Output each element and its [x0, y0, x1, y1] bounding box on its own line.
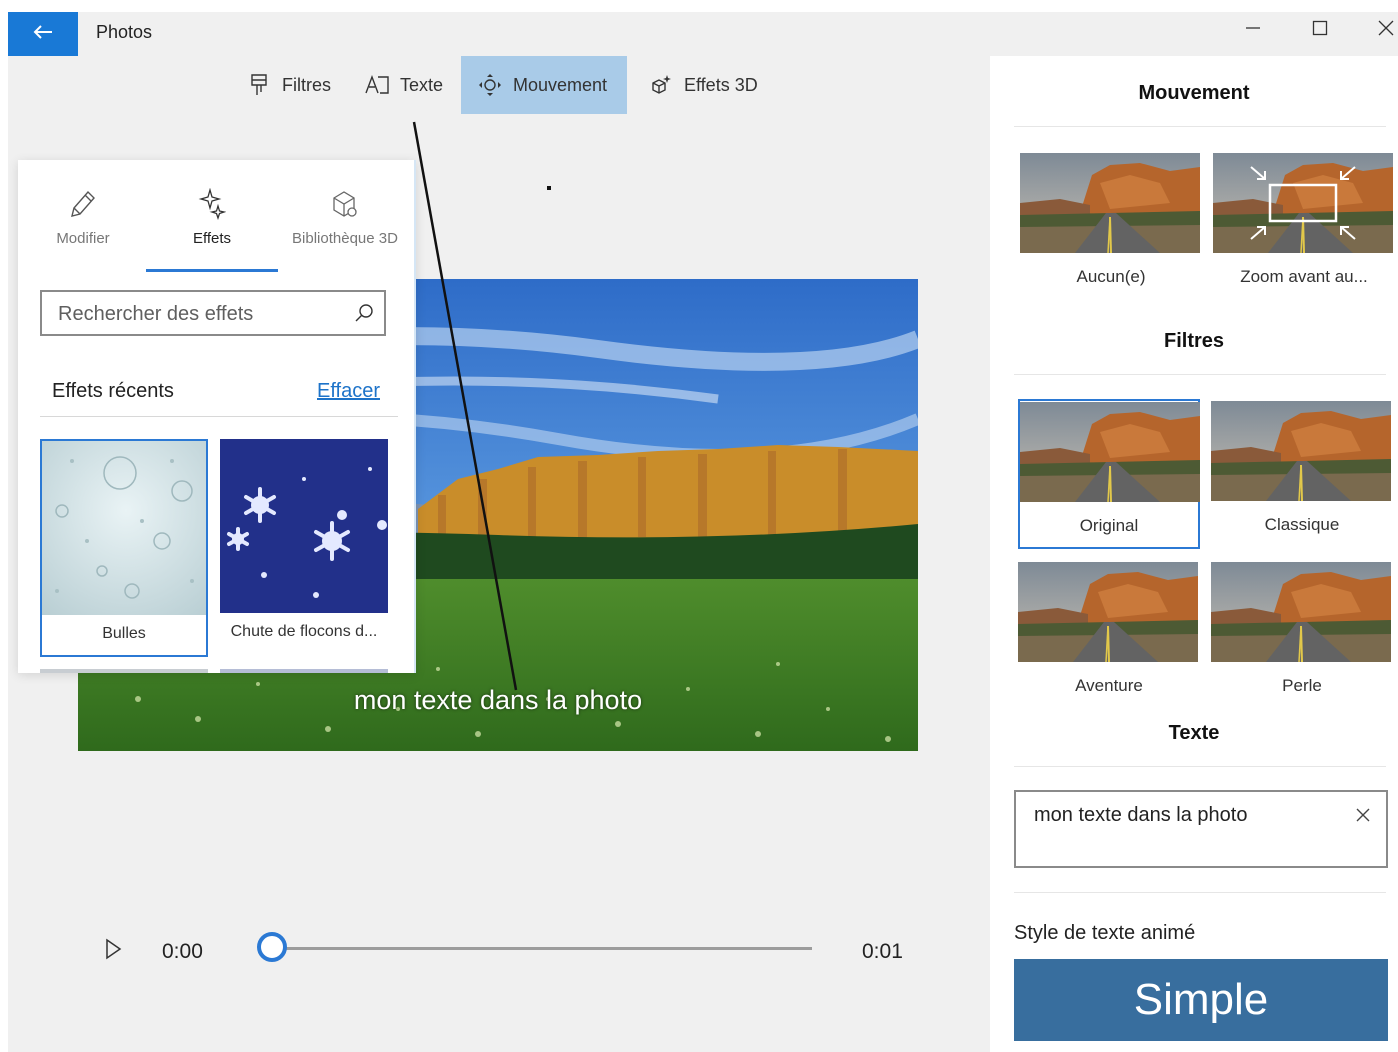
seek-track[interactable] — [274, 947, 812, 950]
side-panel: Mouvement Aucun(e) Zoom avant au... Filt… — [990, 56, 1398, 1052]
canyon-thumbnail — [1020, 402, 1200, 502]
divider — [1014, 374, 1386, 375]
filter-label: Aventure — [1075, 676, 1143, 695]
text-input[interactable]: mon texte dans la photo — [1014, 790, 1388, 868]
filter-pearl[interactable]: Perle — [1211, 562, 1393, 696]
canyon-zoom-thumbnail — [1213, 153, 1393, 253]
current-time: 0:00 — [162, 940, 203, 963]
filter-label: Classique — [1264, 515, 1340, 534]
filter-label: Perle — [1282, 676, 1322, 695]
motion-option-label: Aucun(e) — [1076, 267, 1146, 286]
animated-style-label: Style de texte animé — [1014, 922, 1196, 944]
motion-heading: Mouvement — [1138, 82, 1250, 104]
divider — [1014, 766, 1386, 767]
filter-label: Original — [1079, 516, 1139, 535]
animated-style-simple[interactable]: Simple — [1014, 959, 1388, 1041]
canyon-thumbnail — [1211, 401, 1391, 501]
divider — [1014, 892, 1386, 893]
filter-adventure[interactable]: Aventure — [1018, 562, 1200, 696]
clear-text-icon[interactable] — [1356, 808, 1370, 827]
motion-option-zoom-in[interactable]: Zoom avant au... — [1213, 153, 1395, 287]
canyon-thumbnail — [1211, 562, 1391, 662]
motion-option-none[interactable]: Aucun(e) — [1020, 153, 1202, 287]
text-heading: Texte — [1168, 722, 1220, 744]
play-icon — [104, 938, 122, 964]
canyon-thumbnail — [1018, 562, 1198, 662]
filters-heading: Filtres — [1163, 330, 1225, 352]
motion-option-label: Zoom avant au... — [1240, 267, 1368, 286]
canyon-thumbnail — [1020, 153, 1200, 253]
divider — [1014, 126, 1386, 127]
seek-thumb[interactable] — [257, 932, 287, 962]
text-input-value: mon texte dans la photo — [1034, 804, 1248, 826]
filter-original[interactable]: Original — [1018, 399, 1200, 549]
filter-classic[interactable]: Classique — [1211, 401, 1393, 535]
play-button[interactable] — [104, 938, 122, 965]
end-time: 0:01 — [862, 940, 903, 963]
